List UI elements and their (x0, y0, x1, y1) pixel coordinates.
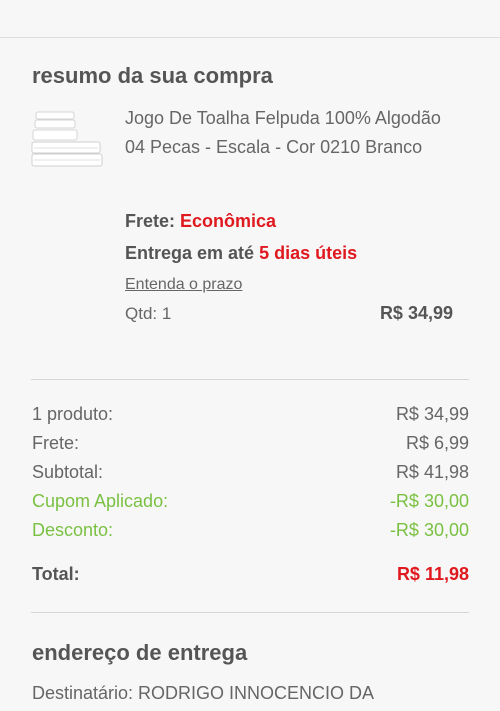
totals-label: 1 produto: (32, 404, 114, 424)
shipping-method: Frete: Econômica (125, 211, 276, 232)
understand-deadline-link[interactable]: Entenda o prazo (125, 276, 242, 294)
totals-row-total: Total: R$ 11,98 (32, 564, 469, 588)
totals-row-shipping: Frete: R$ 6,99 (32, 433, 469, 457)
total-label: Total: (32, 564, 80, 584)
top-divider (0, 37, 500, 38)
divider (31, 379, 469, 380)
totals-value: R$ 41,98 (395, 462, 469, 482)
divider (31, 612, 469, 613)
product-name: Jogo De Toalha Felpuda 100% Algodão 04 P… (125, 108, 441, 157)
delivery-label: Entrega em até (125, 243, 260, 263)
towel-set-icon (31, 111, 103, 167)
recipient-name: Destinatário: RODRIGO INNOCENCIO DA (32, 683, 375, 703)
totals-label: Cupom Aplicado: (32, 491, 169, 511)
totals-value: R$ 6,99 (405, 433, 469, 453)
delivery-value: 5 dias úteis (259, 243, 358, 263)
totals-value: R$ 34,99 (395, 404, 469, 424)
totals-value: -R$ 30,00 (389, 520, 469, 540)
summary-title: resumo da sua compra (32, 63, 273, 88)
totals-value: -R$ 30,00 (389, 491, 469, 511)
quantity-label: Qtd: 1 (125, 304, 172, 323)
item-price: R$ 34,99 (379, 303, 453, 323)
delivery-estimate: Entrega em até 5 dias úteis (125, 243, 357, 264)
totals-label: Frete: (32, 433, 80, 453)
totals-label: Desconto: (32, 520, 114, 540)
total-value: R$ 11,98 (396, 564, 469, 584)
totals-label: Subtotal: (32, 462, 104, 482)
shipping-value: Econômica (180, 211, 277, 231)
order-summary-page: resumo da sua compra Jogo De Toalha Felp… (0, 0, 500, 711)
totals-row-subtotal: Subtotal: R$ 41,98 (32, 462, 469, 486)
shipping-label: Frete: (125, 211, 181, 231)
address-title: endereço de entrega (32, 640, 248, 665)
totals-row-discount: Desconto: -R$ 30,00 (32, 520, 469, 544)
totals-row-coupon: Cupom Aplicado: -R$ 30,00 (32, 491, 469, 515)
totals-row-products: 1 produto: R$ 34,99 (32, 404, 469, 428)
